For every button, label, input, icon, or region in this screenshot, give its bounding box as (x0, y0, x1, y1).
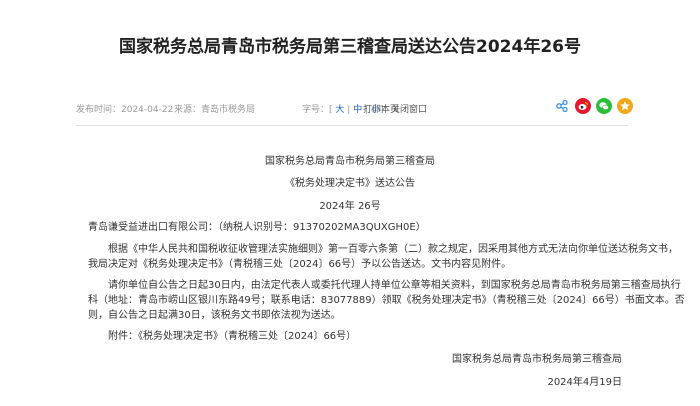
close-window-link[interactable]: 关闭窗口 (391, 102, 427, 115)
issuer-heading: 国家税务总局青岛市税务局第三稽查局 (265, 156, 435, 167)
page-title: 国家税务总局青岛市税务局第三稽查局送达公告2024年26号 (119, 37, 581, 57)
signature-issuer: 国家税务总局青岛市税务局第三稽查局 (452, 354, 622, 365)
wechat-icon[interactable] (596, 98, 612, 114)
document-title: 《税务处理决定书》送达公告 (285, 178, 415, 189)
font-size-label: 字号： (302, 105, 330, 115)
publish-date: 发布时间：2024-04-22 (76, 105, 174, 115)
paragraph-2-line-3: 则，自公告之日起满30日，该税务文书即依法视为送达。 (88, 310, 341, 321)
source: 来源：青岛市税务局 (174, 105, 256, 115)
attachment: 附件：《税务处理决定书》（青税稽三处〔2024〕66号） (108, 331, 357, 342)
share-icon[interactable] (554, 98, 570, 114)
meta-bar: 发布时间：2024-04-22 来源：青岛市税务局 字号：[ 大 | 中 | 小… (76, 98, 633, 118)
paragraph-2-line-1: 请你单位自公告之日起30日内，由法定代表人或委托代理人持单位公章等相关资料，到国… (108, 280, 681, 291)
paragraph-1-line-2: 我局决定对《税务处理决定书》（青税稽三处〔2024〕66号）予以公告送达。文书内… (88, 259, 512, 270)
document-number: 2024年 26号 (319, 201, 381, 212)
paragraph-1-line-1: 根据《中华人民共和国税收征收管理法实施细则》第一百零六条第（二）款之规定，因采用… (108, 244, 678, 255)
addressee: 青岛谦受益进出口有限公司：（纳税人识别号：91370202MA3QUXGH0E） (88, 222, 426, 233)
favorite-icon[interactable] (617, 98, 633, 114)
font-large-link[interactable]: 大 (335, 105, 344, 115)
font-medium-link[interactable]: 中 (353, 105, 362, 115)
signature-date: 2024年4月19日 (547, 377, 622, 388)
divider (76, 125, 628, 126)
paragraph-2-line-2: 科（地址：青岛市崂山区银川东路49号；联系电话：83077889）领取《税务处理… (88, 295, 685, 306)
weibo-icon[interactable] (575, 98, 591, 114)
